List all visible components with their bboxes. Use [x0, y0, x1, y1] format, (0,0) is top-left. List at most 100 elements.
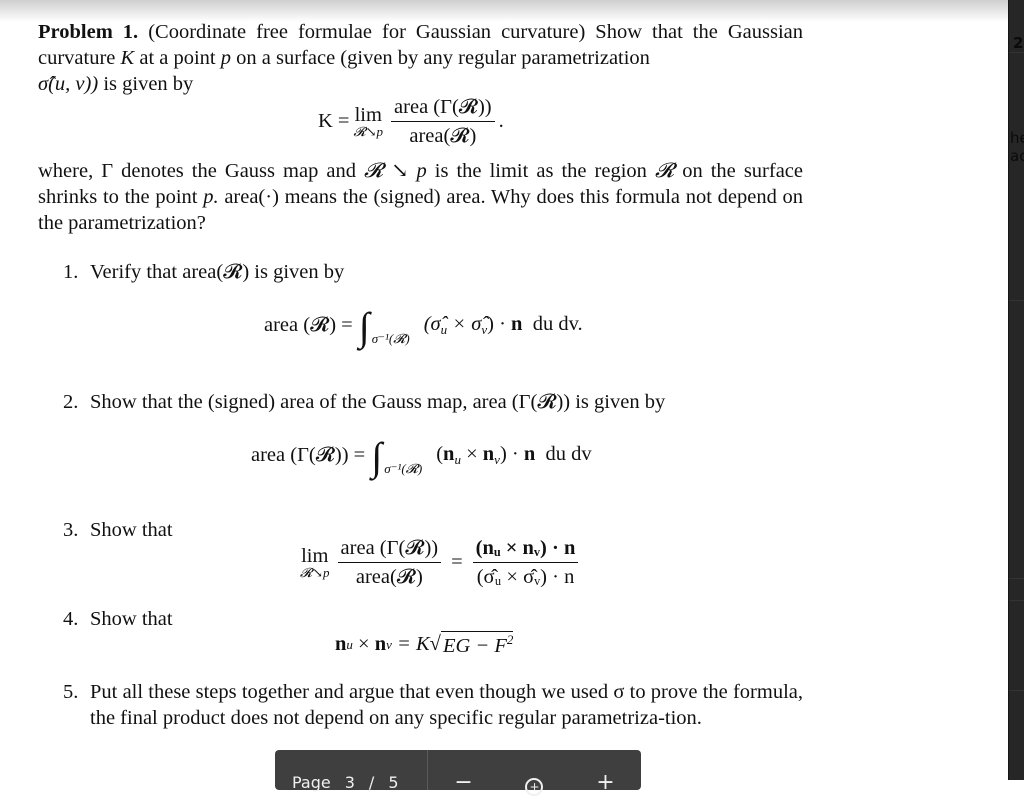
denominator: area(𝓡) [355, 566, 423, 588]
dot: ) · [487, 312, 512, 335]
exponent: 2 [506, 632, 514, 647]
sigma: (σ̂ [423, 312, 441, 335]
divider [1009, 578, 1024, 579]
cross: × [460, 442, 483, 465]
sqrt-sign: √ [429, 633, 441, 655]
formula-lhs: K = [318, 110, 350, 132]
limit: lim 𝓡↘p [353, 103, 384, 139]
period: . [498, 110, 504, 132]
zoom-out-button[interactable]: − [454, 770, 472, 795]
item-text: Verify that area(𝓡) is given by [90, 261, 345, 283]
normal-n: n [523, 442, 536, 465]
var-p: p [220, 47, 232, 69]
divider [1009, 52, 1024, 53]
divider [1009, 690, 1024, 691]
eq1-lhs: area (𝓡) = [264, 313, 353, 336]
right-sidebar[interactable]: 2 he ac [1008, 0, 1024, 780]
equation-1: area (𝓡) = ∫ σ⁻¹(𝓡) (σ̂u × σ̂v) · n du d… [264, 304, 583, 349]
where-R: 𝓡 ↘ p [364, 160, 427, 182]
n-v: n [482, 442, 495, 465]
page-label: Page [292, 772, 331, 792]
limit: lim 𝓡↘p [300, 545, 330, 580]
divider [1009, 600, 1024, 601]
n-v: n [374, 633, 387, 655]
page-toolbar: Page 3 / 5 − + + [275, 750, 641, 796]
fraction-right: (nᵤ × nᵥ) · n (σ̂ᵤ × σ̂ᵥ) · n [472, 536, 579, 589]
numerator: (nᵤ × nᵥ) · n [472, 536, 579, 563]
sidebar-text-fragment: he [1010, 129, 1024, 147]
where-R2: 𝓡 [654, 160, 675, 182]
sidebar-text-fragment: ac [1010, 147, 1024, 165]
integral-domain: σ⁻¹(𝓡) [384, 461, 423, 476]
radicand: EG − F2 [440, 631, 514, 658]
total-pages: 5 [388, 772, 399, 792]
zoom-reset-button[interactable]: + [525, 770, 544, 796]
list-item-3: 3. Show that [63, 517, 173, 543]
eq1-integrand: (σ̂u × σ̂v) · n du dv. [424, 313, 583, 338]
item-text: Put all these steps together and argue t… [90, 681, 803, 729]
page-separator: / [368, 772, 375, 792]
where-text: where, Γ denotes the Gauss map and [38, 160, 356, 182]
equation-4: nu × nv = K √ EG − F2 [335, 631, 514, 658]
n-u: n [335, 633, 347, 655]
item-number: 1. [63, 261, 79, 283]
lim-sub: 𝓡↘p [353, 123, 384, 139]
where-p: p. [203, 186, 219, 208]
problem-statement: Problem 1. (Coordinate free formulae for… [38, 19, 803, 97]
cross: × [352, 633, 375, 655]
divider [1009, 300, 1024, 301]
fraction: area (Γ(𝓡)) area(𝓡) [391, 95, 495, 148]
differentials: du dv [535, 442, 592, 465]
item-number: 2. [63, 391, 79, 413]
intro-part: is given by [103, 73, 194, 95]
plus-icon: + [596, 769, 615, 795]
n-u: n [443, 442, 455, 465]
minus-icon: − [454, 769, 473, 795]
zoom-in-button[interactable]: + [596, 770, 614, 795]
current-page-input[interactable]: 3 [345, 773, 355, 792]
list-item-2: 2. Show that the (signed) area of the Gau… [63, 389, 665, 415]
radicand-text: EG − F [442, 635, 507, 657]
item-text: Show that [90, 519, 173, 541]
list-item-5: 5. Put all these steps together and argu… [63, 679, 803, 731]
equation-2: area (Γ(𝓡)) = ∫ σ⁻¹(𝓡) (nu × nv) · n du … [251, 434, 592, 479]
integral-sign: ∫ [371, 434, 383, 479]
cross-sigma: × σ̂ [452, 312, 482, 335]
item-number: 3. [63, 519, 79, 541]
document-page: Problem 1. (Coordinate free formulae for… [0, 0, 1008, 780]
differentials: du dv. [522, 312, 583, 335]
item-number: 4. [63, 608, 79, 630]
integral-sign: ∫ [358, 304, 370, 349]
page-indicator: Page 3 / 5 [275, 750, 427, 792]
zoom-controls: − + + [428, 750, 641, 796]
where-paragraph: where, Γ denotes the Gauss map and 𝓡 ↘ p… [38, 158, 803, 236]
lim-sub: 𝓡↘p [300, 564, 330, 580]
denominator: area(𝓡) [409, 125, 477, 147]
equation-3: lim 𝓡↘p area (Γ(𝓡)) area(𝓡) = (nᵤ × nᵥ) … [296, 536, 582, 589]
var-K: K [120, 47, 135, 69]
sub-u: u [440, 321, 448, 337]
problem-label: Problem 1. [38, 21, 139, 43]
denominator: (σ̂ᵤ × σ̂ᵥ) · n [476, 566, 575, 588]
numerator: area (Γ(𝓡)) [391, 95, 495, 122]
main-formula: K = lim 𝓡↘p area (Γ(𝓡)) area(𝓡) . [318, 95, 504, 148]
list-item-4: 4. Show that [63, 606, 173, 632]
sigma-hat: σ̂(u, v)) [38, 73, 99, 95]
lim-label: lim [354, 103, 382, 126]
integral-domain: σ⁻¹(𝓡) [371, 331, 410, 346]
dot: ) · [499, 442, 524, 465]
list-item-1: 1. Verify that area(𝓡) is given by [63, 259, 344, 285]
equals-K: = K [391, 633, 430, 655]
item-text: Show that [90, 608, 173, 630]
eq2-integrand: (nu × nv) · n du dv [436, 443, 591, 468]
thumbnail-page-number[interactable]: 2 [1013, 34, 1023, 52]
item-text: Show that the (signed) area of the Gauss… [90, 391, 666, 413]
zoom-fit-icon: + [525, 777, 544, 796]
normal-n: n [511, 312, 523, 335]
intro-part: on a surface (given by any regular param… [236, 47, 650, 69]
intro-part: at a point [139, 47, 216, 69]
numerator: area (Γ(𝓡)) [337, 536, 442, 563]
paren: ( [436, 442, 444, 465]
equals: = [451, 551, 463, 573]
where-text: is the limit as the region [434, 160, 647, 182]
